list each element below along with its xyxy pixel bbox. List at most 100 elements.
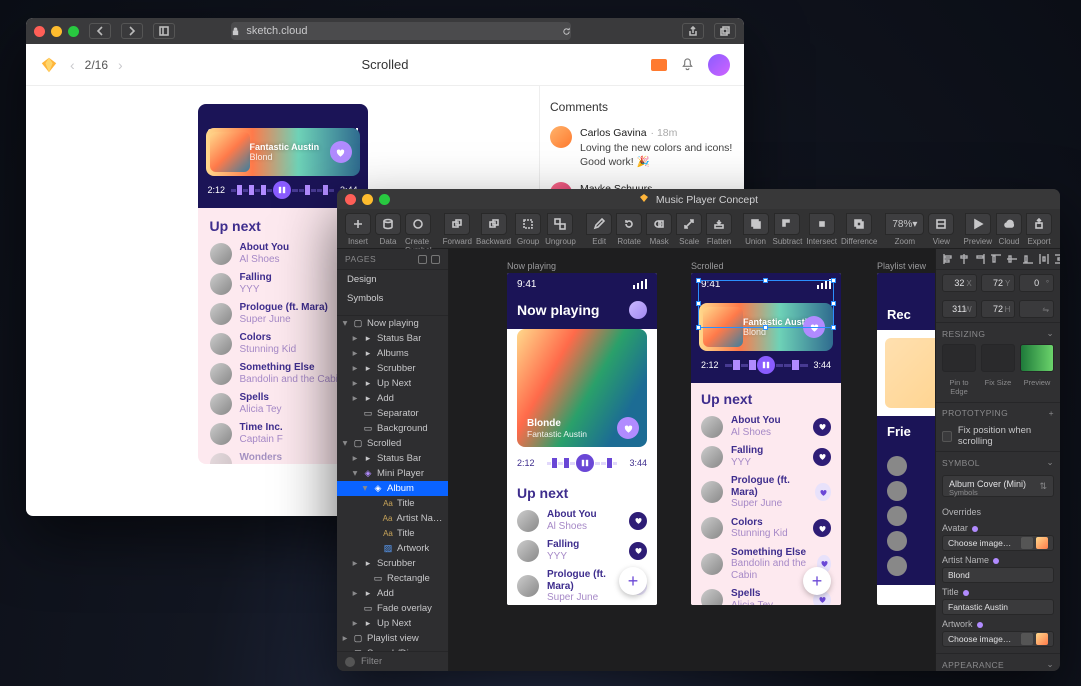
zoom-control[interactable]: 78% ▾Zoom [885, 213, 924, 246]
layer-row[interactable]: ▾ ▢ Now playing [337, 316, 448, 331]
fix-position-checkbox[interactable]: Fix position when scrolling [936, 421, 1060, 451]
layer-row[interactable]: ▭ Separator [337, 406, 448, 421]
disclosure-icon[interactable]: ▸ [341, 633, 349, 644]
track-item[interactable]: Prologue (ft. Mara)Super June [701, 475, 831, 510]
difference-button[interactable]: Difference [841, 213, 877, 246]
track-item[interactable]: ColorsStunning Kid [701, 517, 831, 540]
disclosure-icon[interactable]: ▸ [351, 453, 359, 464]
artboard-label[interactable]: Playlist view [877, 261, 926, 271]
next-page-button[interactable]: › [118, 57, 123, 73]
disclosure-icon[interactable]: ▸ [351, 348, 359, 359]
data-button[interactable]: Data [375, 213, 401, 246]
artboard-label[interactable]: Now playing [507, 261, 556, 271]
fix-size[interactable] [981, 344, 1015, 372]
layer-row[interactable]: ▭ Rectangle [337, 571, 448, 586]
artboard-scrolled[interactable]: 9:41 Fantastic AustinBlond 2:12 [691, 273, 841, 605]
track-item[interactable]: SpellsAlicia Tey [210, 392, 356, 415]
disclosure-icon[interactable]: ▾ [351, 468, 359, 479]
heart-button[interactable] [815, 483, 831, 501]
track-item[interactable]: FallingYYY [210, 272, 356, 295]
view-button[interactable]: View [928, 213, 954, 246]
track-item[interactable]: Prologue (ft. Mara)Super June [210, 302, 356, 325]
x-field[interactable]: 32X [942, 274, 977, 292]
layer-row[interactable]: ▸ ▸ Scrubber [337, 361, 448, 376]
minimize-dot[interactable] [51, 26, 62, 37]
pin-edge[interactable] [942, 344, 976, 372]
preview-button[interactable]: Preview [964, 213, 992, 246]
layer-row[interactable]: ▸ ▸ Albums [337, 346, 448, 361]
layer-row[interactable]: ▭ Fade overlay [337, 601, 448, 616]
y-field[interactable]: 72Y [981, 274, 1016, 292]
zoom-dot[interactable] [68, 26, 79, 37]
add-fab[interactable]: + [619, 567, 647, 595]
flip-field[interactable]: ⇋ [1019, 300, 1054, 318]
cloud-button[interactable]: Cloud [996, 213, 1022, 246]
union-button[interactable]: Union [743, 213, 769, 246]
share-button[interactable] [682, 23, 704, 39]
forward-button[interactable] [121, 23, 143, 39]
layer-row[interactable]: ▾ ◈ Album [337, 481, 448, 496]
disclosure-icon[interactable]: ▾ [341, 438, 349, 449]
intersect-button[interactable]: Intersect [806, 213, 837, 246]
layer-row[interactable]: ▨ Artwork [337, 541, 448, 556]
add-page-icon[interactable] [418, 255, 427, 264]
layer-row[interactable]: Aa Title [337, 496, 448, 511]
symbol-select[interactable]: Album Cover (Mini) Symbols ⇅ [942, 475, 1054, 497]
prev-page-button[interactable]: ‹ [70, 57, 75, 73]
back-button[interactable] [89, 23, 111, 39]
export-button[interactable]: Export [1026, 213, 1052, 246]
waveform[interactable] [231, 182, 334, 198]
tabs-button[interactable] [714, 23, 736, 39]
address-bar[interactable]: sketch.cloud [231, 22, 571, 40]
traffic-lights[interactable] [34, 26, 79, 37]
collapse-icon[interactable]: ⌄ [1046, 328, 1054, 339]
w-field[interactable]: 311W [942, 300, 977, 318]
track-item[interactable]: ColorsStunning Kid [210, 332, 356, 355]
rotate-button[interactable]: Rotate [616, 213, 642, 246]
subtract-button[interactable]: Subtract [773, 213, 803, 246]
bell-icon[interactable] [681, 58, 694, 71]
edit-button[interactable]: Edit [586, 213, 612, 246]
status-icon[interactable] [651, 59, 667, 71]
canvas[interactable]: Now playing Scrolled Playlist view 9:41 … [449, 249, 935, 671]
filter-row[interactable]: Filter [337, 651, 448, 671]
track-item[interactable]: WondersJacob Blue [210, 452, 356, 464]
artist-name-field[interactable]: Blond [942, 567, 1054, 583]
add-fab[interactable]: + [803, 567, 831, 595]
heart-button[interactable] [617, 417, 639, 439]
artboard-label[interactable]: Scrolled [691, 261, 724, 271]
comment-row[interactable]: Carlos Gavina· 18m Loving the new colors… [550, 126, 734, 170]
layer-row[interactable]: ▸ ▸ Up Next [337, 616, 448, 631]
track-item[interactable]: About You Al Shoes [517, 509, 647, 532]
scale-button[interactable]: Scale [676, 213, 702, 246]
track-item[interactable]: Falling YYY [517, 539, 647, 562]
disclosure-icon[interactable]: ▾ [341, 318, 349, 329]
group-button[interactable]: Group [515, 213, 541, 246]
artboard-now-playing[interactable]: 9:41 Now playing BlondeFantastic Austin … [507, 273, 657, 605]
ungroup-button[interactable]: Ungroup [545, 213, 576, 246]
heart-button[interactable] [813, 519, 831, 537]
track-item[interactable]: Time Inc.Captain F [210, 422, 356, 445]
disclosure-icon[interactable]: ▸ [351, 333, 359, 344]
backward-button[interactable]: Backward [476, 213, 511, 246]
layer-row[interactable]: Aa Artist Name [337, 511, 448, 526]
heart-button[interactable] [813, 418, 831, 436]
inspector-panel[interactable]: 32X 72Y 0° 311W 72H ⇋ RESIZING⌄ Pin to E… [935, 249, 1060, 671]
play-pause-button[interactable] [273, 181, 291, 199]
forward-button[interactable]: Forward [443, 213, 472, 246]
disclosure-icon[interactable]: ▸ [351, 618, 359, 629]
disclosure-icon[interactable]: ▾ [361, 483, 369, 494]
rot-field[interactable]: 0° [1019, 274, 1054, 292]
layer-row[interactable]: ▸ ▸ Add [337, 586, 448, 601]
layer-row[interactable]: ▭ Background [337, 421, 448, 436]
heart-button[interactable] [629, 542, 647, 560]
heart-button[interactable] [813, 448, 831, 466]
flatten-button[interactable]: Flatten [706, 213, 732, 246]
disclosure-icon[interactable]: ▸ [351, 393, 359, 404]
layer-row[interactable]: ▸ ▢ Playlist view [337, 631, 448, 646]
layer-row[interactable]: ▸ ▸ Scrubber [337, 556, 448, 571]
disclosure-icon[interactable]: ▸ [351, 558, 359, 569]
add-icon[interactable]: + [1049, 408, 1054, 418]
mask-button[interactable]: Mask [646, 213, 672, 246]
layer-row[interactable]: ▸ ▸ Status Bar [337, 451, 448, 466]
